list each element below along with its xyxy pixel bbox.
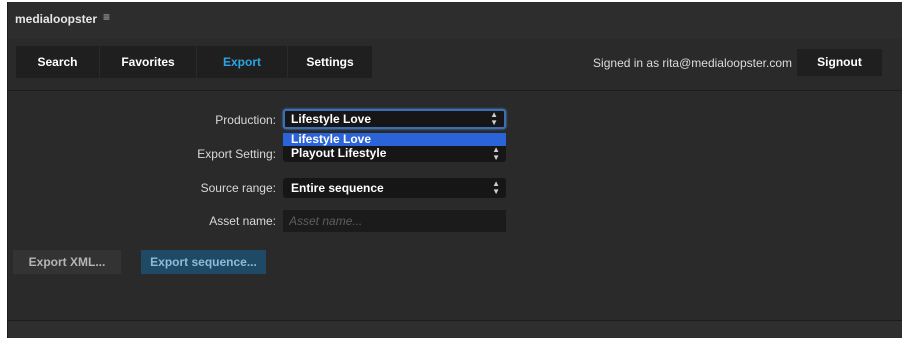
export-setting-row: Export Setting: Playout Lifestyle ▲ ▼ bbox=[8, 146, 528, 168]
export-setting-label: Export Setting: bbox=[197, 147, 276, 161]
source-range-row: Source range: Entire sequence ▲ ▼ bbox=[8, 177, 528, 199]
production-row: Production: Lifestyle Love ▲ ▼ bbox=[8, 109, 528, 131]
tab-export[interactable]: Export bbox=[197, 46, 288, 78]
source-range-select[interactable]: Entire sequence ▲ ▼ bbox=[283, 178, 506, 198]
select-arrows-icon: ▲ ▼ bbox=[492, 179, 500, 196]
tab-favorites[interactable]: Favorites bbox=[100, 46, 197, 78]
select-arrows-icon: ▲ ▼ bbox=[492, 145, 500, 162]
tab-settings[interactable]: Settings bbox=[288, 46, 373, 78]
asset-name-input[interactable] bbox=[283, 210, 506, 232]
tab-search[interactable]: Search bbox=[16, 46, 100, 78]
app-title: medialoopster bbox=[15, 12, 98, 26]
export-xml-button[interactable]: Export XML... bbox=[13, 250, 121, 274]
title-bar: medialoopster ≡ bbox=[8, 2, 902, 39]
app-window: medialoopster ≡ Search Favorites Export … bbox=[7, 2, 902, 338]
dropdown-option-lifestyle-love[interactable]: Lifestyle Love bbox=[283, 133, 506, 146]
header-divider bbox=[8, 90, 902, 91]
export-sequence-button[interactable]: Export sequence... bbox=[141, 250, 266, 274]
footer-panel bbox=[8, 321, 902, 338]
signed-in-text: Signed in as rita@medialoopster.com bbox=[593, 56, 792, 70]
export-setting-value: Playout Lifestyle bbox=[291, 146, 387, 160]
source-range-value: Entire sequence bbox=[291, 181, 384, 195]
source-range-label: Source range: bbox=[200, 181, 276, 195]
production-value: Lifestyle Love bbox=[291, 112, 372, 126]
signout-button[interactable]: Signout bbox=[797, 49, 882, 76]
asset-name-label: Asset name: bbox=[209, 214, 276, 228]
asset-name-row: Asset name: bbox=[8, 210, 528, 232]
production-select[interactable]: Lifestyle Love ▲ ▼ bbox=[283, 109, 506, 129]
export-setting-select[interactable]: Playout Lifestyle ▲ ▼ bbox=[283, 146, 506, 162]
production-label: Production: bbox=[215, 113, 276, 127]
hamburger-icon[interactable]: ≡ bbox=[103, 10, 110, 24]
main-nav: Search Favorites Export Settings bbox=[16, 46, 373, 78]
select-arrows-icon: ▲ ▼ bbox=[490, 110, 498, 127]
